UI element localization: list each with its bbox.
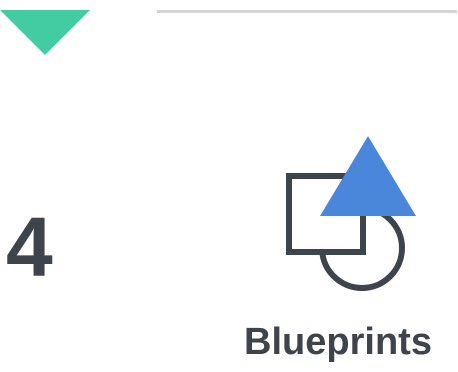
shapes-icon [286,136,416,291]
card-title: Blueprints [244,321,432,363]
top-divider [157,10,457,13]
triangle-down-icon [0,10,90,55]
step-number: 4 [6,200,53,294]
